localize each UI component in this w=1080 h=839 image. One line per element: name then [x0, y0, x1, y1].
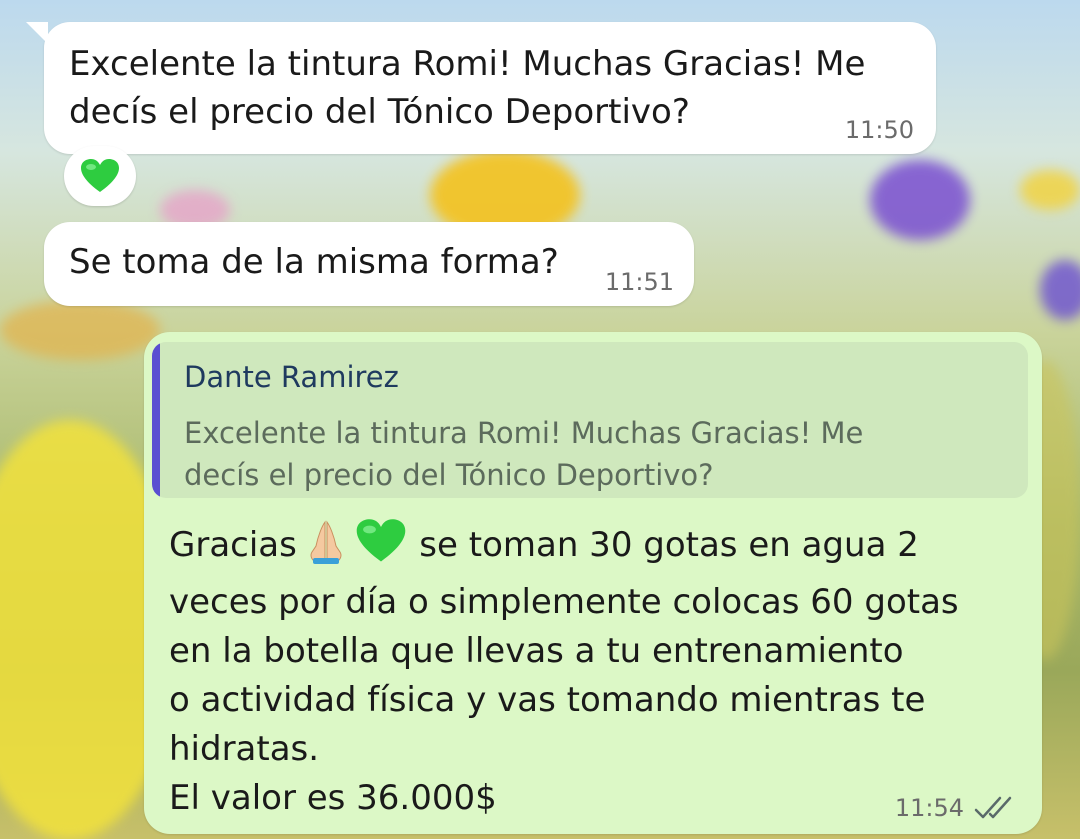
quote-line: decís el precio del Tónico Deportivo?	[184, 458, 714, 492]
message-time: 11:54	[894, 794, 964, 822]
message-line: decís el precio del Tónico Deportivo?	[69, 92, 690, 132]
quote-text: Excelente la tintura Romi! Muchas Gracia…	[184, 412, 1004, 496]
message-line: o actividad física y vas tomando mientra…	[169, 680, 926, 720]
message-time: 11:51	[604, 268, 674, 296]
orange-flower-blur	[0, 300, 160, 360]
message-text: Excelente la tintura Romi! Muchas Gracia…	[69, 40, 899, 136]
message-line: Excelente la tintura Romi! Muchas Gracia…	[69, 44, 866, 84]
green-heart-icon	[81, 159, 119, 192]
message-line: hidratas.	[169, 729, 320, 769]
message-line: El valor es 36.000$	[169, 778, 497, 818]
yellow-flower-blur	[1020, 170, 1080, 210]
message-word: Gracias	[169, 525, 297, 565]
message-text: Gracias se toman 30 gotas en agua 2 vece…	[169, 518, 1019, 823]
message-word: se toman 30 gotas en agua 2	[419, 525, 919, 565]
quoted-message[interactable]: Dante Ramirez Excelente la tintura Romi!…	[152, 342, 1028, 498]
message-line: Gracias se toman 30 gotas en agua 2	[169, 518, 1019, 578]
reaction-badge[interactable]	[64, 146, 136, 206]
quote-accent-bar	[152, 342, 160, 498]
incoming-message[interactable]: Se toma de la misma forma? 11:51	[44, 222, 694, 306]
purple-flower-blur	[1040, 260, 1080, 320]
incoming-message[interactable]: Excelente la tintura Romi! Muchas Gracia…	[26, 22, 936, 154]
message-line: veces por día o simplemente colocas 60 g…	[169, 582, 959, 622]
quote-author: Dante Ramirez	[184, 360, 399, 394]
purple-flower-blur	[870, 160, 970, 240]
message-text: Se toma de la misma forma?	[69, 242, 559, 282]
outgoing-message[interactable]: Dante Ramirez Excelente la tintura Romi!…	[144, 332, 1042, 834]
message-line: en la botella que llevas a tu entrenamie…	[169, 631, 904, 671]
green-heart-icon	[354, 518, 408, 578]
double-check-icon	[974, 796, 1012, 819]
quote-line: Excelente la tintura Romi! Muchas Gracia…	[184, 416, 864, 450]
folded-hands-icon	[308, 520, 344, 578]
message-time: 11:50	[844, 116, 914, 144]
